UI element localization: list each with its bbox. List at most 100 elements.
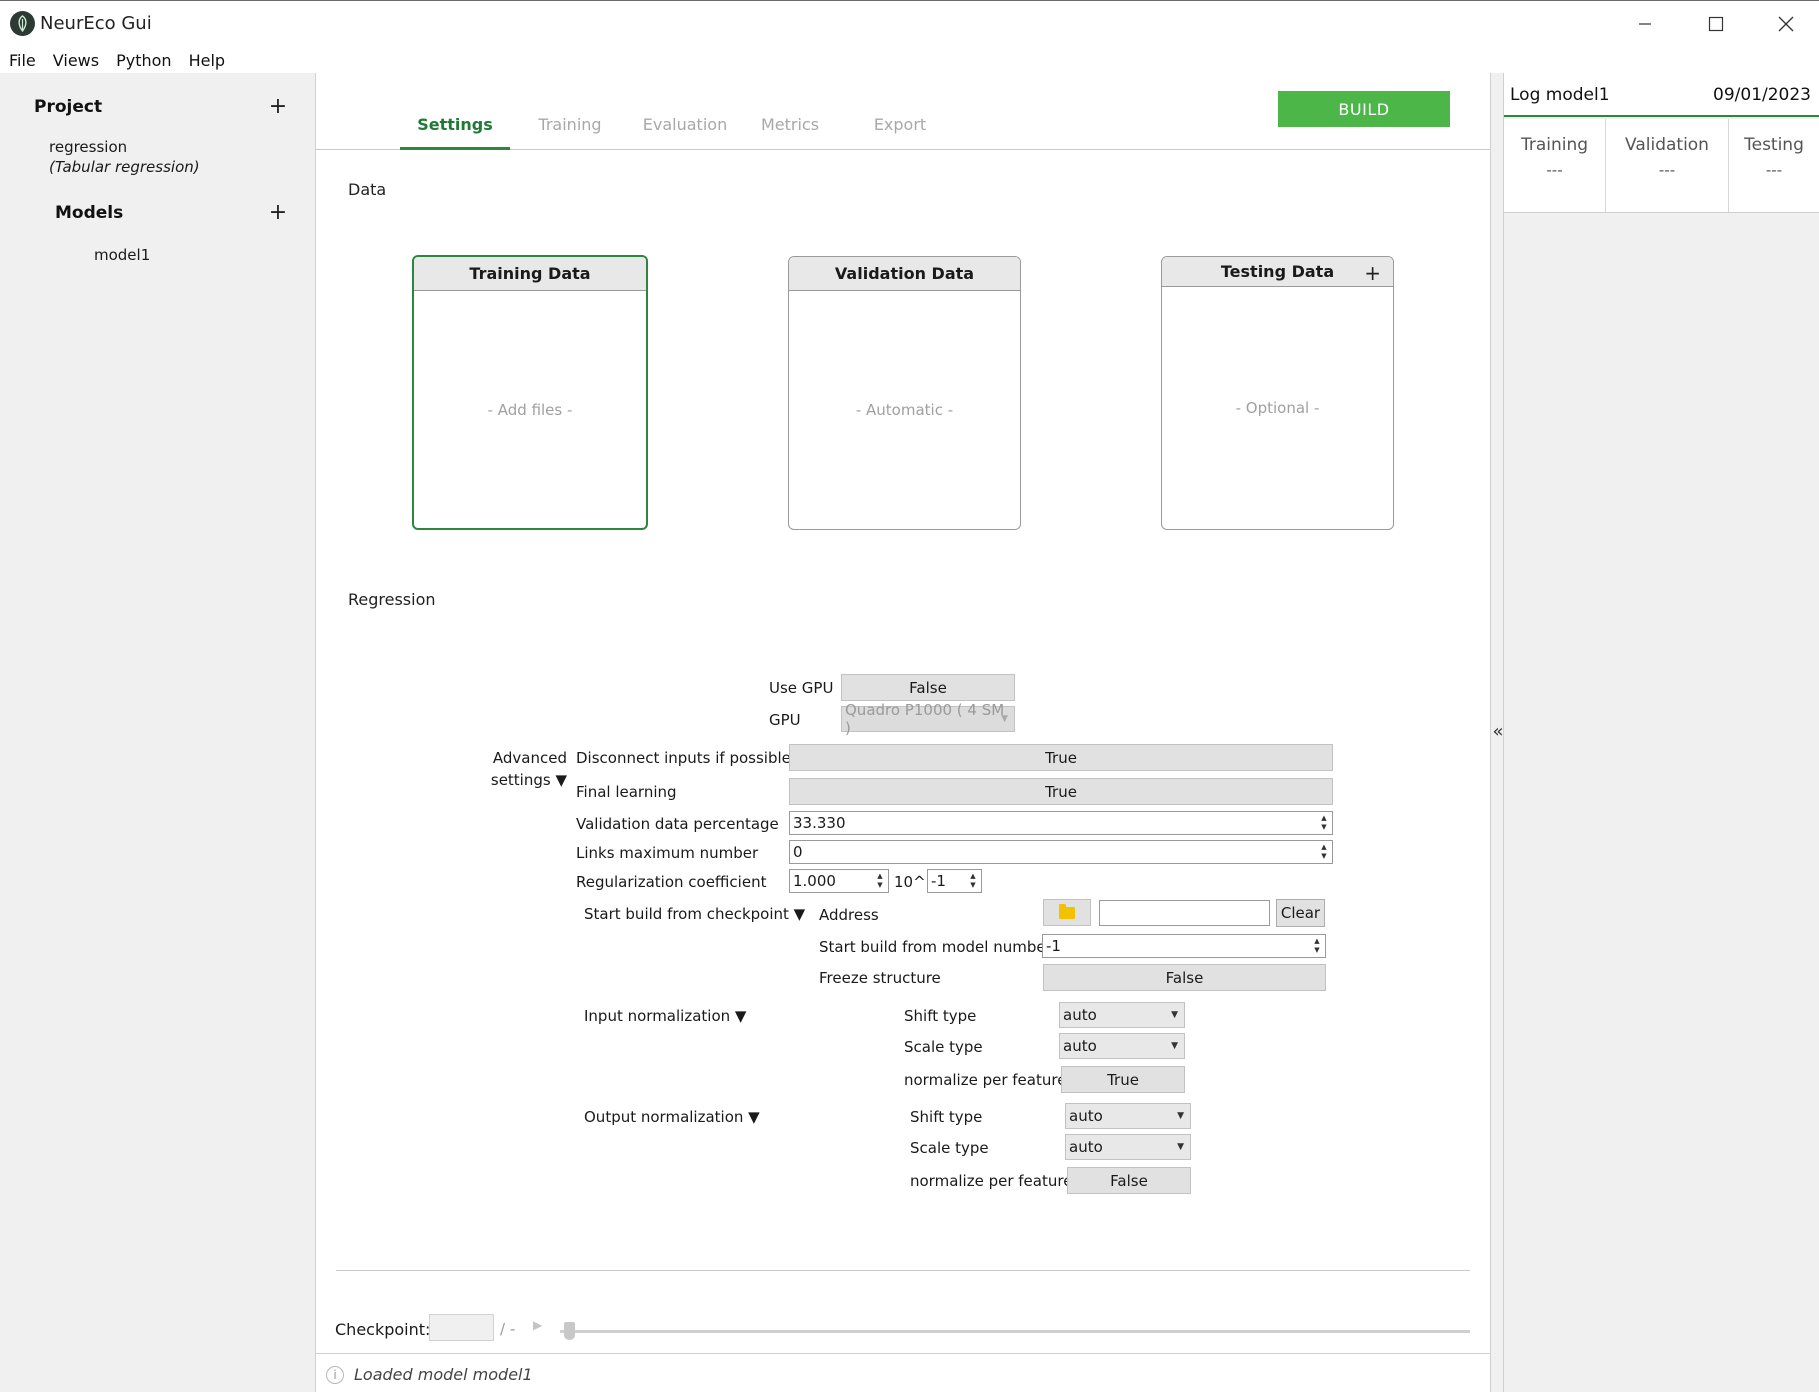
metric-value: --- (1658, 161, 1676, 179)
disconnect-inputs-toggle[interactable]: True (789, 744, 1333, 771)
output-shift-type-value: auto (1069, 1107, 1103, 1125)
browse-folder-button[interactable] (1043, 899, 1091, 926)
metric-name: Training (1520, 135, 1589, 155)
links-maximum-value: 0 (793, 843, 803, 861)
training-data-card[interactable]: Training Data - Add files - (412, 255, 648, 530)
input-per-feature-label: normalize per feature (904, 1071, 1067, 1089)
spin-arrows-icon[interactable]: ▲ ▼ (967, 871, 979, 891)
metric-name: Validation (1625, 135, 1709, 155)
input-scale-type-value: auto (1063, 1037, 1097, 1055)
spin-arrows-icon[interactable]: ▲ ▼ (874, 871, 886, 891)
maximize-button[interactable] (1688, 7, 1744, 41)
final-learning-toggle[interactable]: True (789, 778, 1333, 805)
regularization-coefficient-value: 1.000 (793, 872, 836, 890)
model-item[interactable]: model1 (94, 246, 150, 264)
add-project-button[interactable]: + (268, 96, 288, 118)
spin-arrows-icon[interactable]: ▲ ▼ (1311, 936, 1323, 956)
checkpoint-slider-handle[interactable] (564, 1322, 575, 1340)
window-title: NeurEco Gui (40, 13, 152, 34)
validation-percentage-value: 33.330 (793, 814, 846, 832)
input-scale-type-select[interactable]: auto ▼ (1059, 1033, 1185, 1059)
log-title: Log model1 (1510, 85, 1610, 105)
use-gpu-toggle[interactable]: False (841, 674, 1015, 701)
regularization-exponent-value: -1 (931, 872, 946, 890)
menu-views[interactable]: Views (44, 47, 107, 73)
menu-help[interactable]: Help (180, 47, 233, 73)
advanced-settings-toggle[interactable]: Advanced settings ▼ (481, 749, 567, 789)
use-gpu-label: Use GPU (769, 679, 834, 697)
testing-data-title: Testing Data (1220, 262, 1335, 281)
model-number-spinbox[interactable]: -1 ▲ ▼ (1042, 934, 1326, 958)
data-section-label: Data (348, 180, 387, 199)
status-bar: i Loaded model model1 (316, 1353, 1490, 1392)
collapse-panel-icon[interactable]: « (1491, 721, 1505, 742)
spin-arrows-icon[interactable]: ▲ ▼ (1318, 842, 1330, 862)
address-input[interactable] (1099, 900, 1270, 926)
checkpoint-section-toggle[interactable]: Start build from checkpoint ▼ (584, 905, 805, 923)
title-bar: NeurEco Gui (0, 1, 1819, 45)
testing-data-header: Testing Data + (1162, 257, 1393, 287)
regularization-coefficient-spinbox[interactable]: 1.000 ▲ ▼ (789, 869, 889, 893)
folder-icon (1059, 903, 1075, 919)
play-icon[interactable]: ▶ (533, 1318, 542, 1332)
input-shift-type-select[interactable]: auto ▼ (1059, 1002, 1185, 1028)
close-window-button[interactable] (1758, 7, 1814, 41)
regression-section-label: Regression (348, 590, 436, 609)
plus-icon: + (1364, 261, 1381, 285)
log-date: 09/01/2023 (1713, 85, 1811, 105)
validation-data-card[interactable]: Validation Data - Automatic - (788, 256, 1021, 530)
freeze-structure-toggle[interactable]: False (1043, 964, 1326, 991)
links-maximum-spinbox[interactable]: 0 ▲ ▼ (789, 840, 1333, 864)
metric-value: --- (1546, 161, 1563, 179)
build-button[interactable]: BUILD (1278, 91, 1450, 127)
project-item[interactable]: regression (Tabular regression) (49, 138, 200, 176)
project-title: Project (34, 97, 103, 117)
output-scale-type-value: auto (1069, 1138, 1103, 1156)
panel-splitter[interactable]: « (1490, 73, 1504, 1392)
regularization-label: Regularization coefficient (576, 873, 767, 891)
spin-arrows-icon[interactable]: ▲ ▼ (1318, 813, 1330, 833)
checkpoint-slider[interactable] (560, 1330, 1470, 1333)
validation-percentage-label: Validation data percentage (576, 815, 779, 833)
validation-percentage-spinbox[interactable]: 33.330 ▲ ▼ (789, 811, 1333, 835)
validation-data-title: Validation Data (789, 257, 1020, 291)
output-normalization-toggle[interactable]: Output normalization ▼ (584, 1108, 760, 1126)
plus-icon: + (268, 200, 288, 225)
minimize-button[interactable] (1617, 7, 1673, 41)
checkpoint-input[interactable] (429, 1314, 494, 1341)
project-type: (Tabular regression) (49, 158, 200, 176)
chevron-down-icon: ▼ (1177, 1111, 1184, 1121)
chevron-down-icon: ▼ (1171, 1041, 1178, 1051)
validation-data-placeholder: - Automatic - (855, 401, 954, 419)
add-testing-data-button[interactable]: + (1364, 261, 1381, 285)
output-per-feature-toggle[interactable]: False (1067, 1167, 1191, 1194)
menu-python[interactable]: Python (107, 47, 179, 73)
gpu-select-value: Quadro P1000 ( 4 SM ) (845, 701, 1005, 737)
training-data-placeholder: - Add files - (487, 400, 573, 419)
regularization-exponent-spinbox[interactable]: -1 ▲ ▼ (927, 869, 982, 893)
output-scale-type-label: Scale type (910, 1139, 989, 1157)
input-scale-type-label: Scale type (904, 1038, 983, 1056)
project-panel: Project + regression (Tabular regression… (0, 73, 316, 1392)
input-per-feature-toggle[interactable]: True (1061, 1066, 1185, 1093)
testing-data-card[interactable]: Testing Data + - Optional - (1161, 256, 1394, 530)
output-scale-type-select[interactable]: auto ▼ (1065, 1134, 1191, 1160)
metric-training: Training --- (1504, 119, 1606, 212)
input-normalization-toggle[interactable]: Input normalization ▼ (584, 1007, 746, 1025)
gpu-select[interactable]: Quadro P1000 ( 4 SM ) ▼ (841, 701, 1015, 737)
model-number-label: Start build from model number (819, 938, 1052, 956)
advanced-settings-label-2: settings ▼ (490, 771, 567, 789)
links-maximum-label: Links maximum number (576, 844, 759, 862)
final-learning-label: Final learning (576, 783, 677, 801)
menu-file[interactable]: File (0, 47, 44, 73)
content-divider (336, 1270, 1470, 1271)
project-name: regression (49, 138, 128, 156)
add-model-button[interactable]: + (268, 200, 288, 225)
training-data-title: Training Data (414, 257, 646, 291)
output-shift-type-select[interactable]: auto ▼ (1065, 1103, 1191, 1129)
metric-value: --- (1765, 161, 1783, 179)
input-shift-type-value: auto (1063, 1006, 1097, 1024)
testing-data-placeholder: - Optional - (1235, 399, 1320, 417)
clear-button[interactable]: Clear (1276, 899, 1325, 927)
checkpoint-total: / - (500, 1320, 516, 1338)
